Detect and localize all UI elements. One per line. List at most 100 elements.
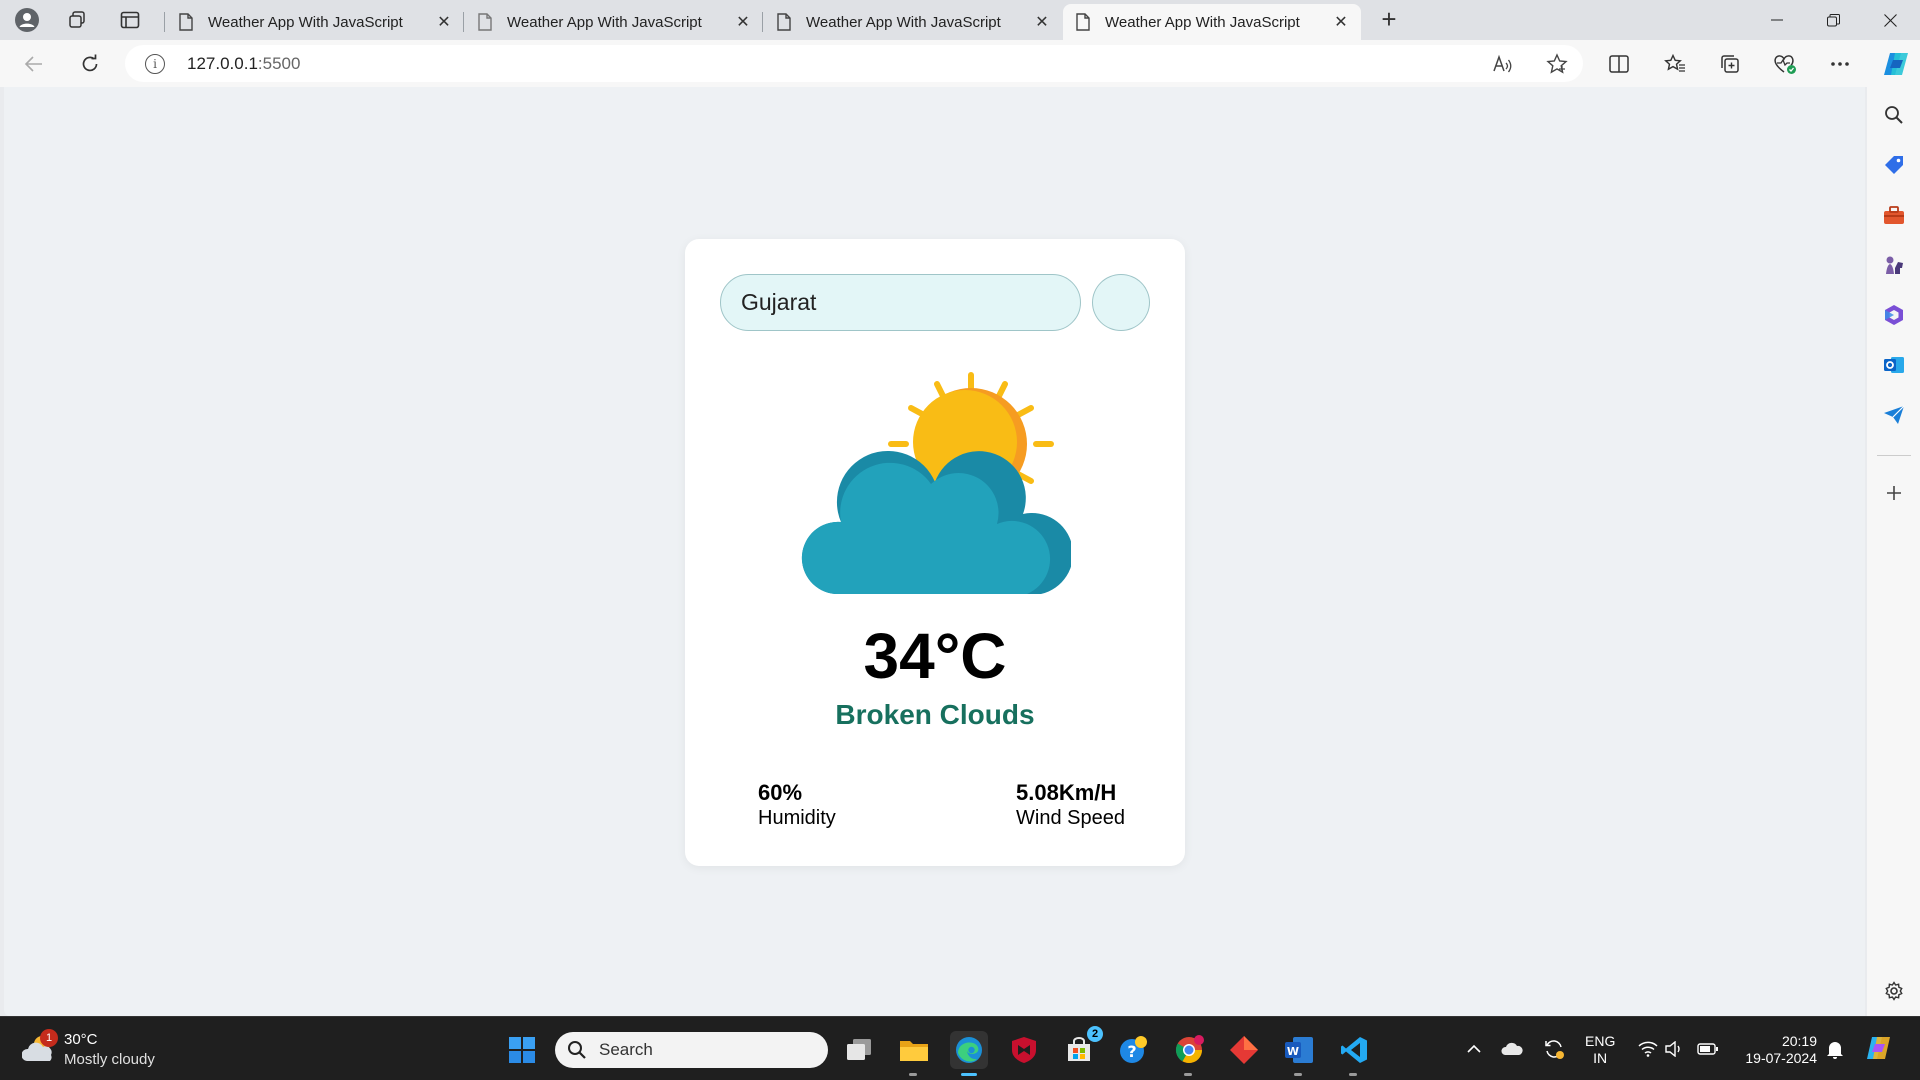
help-app-button[interactable]: ? xyxy=(1115,1031,1153,1069)
search-button[interactable] xyxy=(1092,274,1150,331)
onedrive-tray-icon[interactable] xyxy=(1500,1037,1524,1061)
wind-speed-label: Wind Speed xyxy=(1016,807,1125,829)
read-aloud-button[interactable] xyxy=(1491,52,1515,76)
help-icon: ? xyxy=(1120,1036,1147,1063)
sidebar-shopping-button[interactable] xyxy=(1881,152,1907,178)
vertical-tabs-button[interactable] xyxy=(115,6,145,34)
page-icon xyxy=(777,13,791,31)
sidebar-drop-button[interactable] xyxy=(1881,402,1907,428)
restore-button[interactable] xyxy=(1805,0,1861,40)
tab-title: Weather App With JavaScript xyxy=(806,13,1001,31)
favorite-star-button[interactable] xyxy=(1545,52,1569,76)
collections-button[interactable] xyxy=(1717,51,1743,77)
back-button[interactable] xyxy=(18,49,50,79)
browser-tab-2[interactable]: Weather App With JavaScript ✕ xyxy=(465,4,763,40)
sidebar-outlook-button[interactable] xyxy=(1881,352,1907,378)
city-search-input[interactable] xyxy=(720,274,1081,331)
browser-essentials-button[interactable] xyxy=(1772,51,1798,77)
wind-stat: 5.08Km/H Wind Speed xyxy=(1016,780,1125,830)
tab-close-button[interactable]: ✕ xyxy=(733,12,753,32)
close-window-button[interactable] xyxy=(1862,0,1918,40)
favorites-button[interactable] xyxy=(1662,51,1688,77)
volume-tray-icon[interactable] xyxy=(1662,1037,1686,1061)
mcafee-button[interactable] xyxy=(1005,1031,1043,1069)
microsoft-store-button[interactable]: 2 xyxy=(1060,1026,1103,1069)
svg-text:W: W xyxy=(1287,1045,1299,1058)
new-tab-button[interactable]: + xyxy=(1374,6,1404,34)
minimize-button[interactable] xyxy=(1749,0,1805,40)
search-icon xyxy=(568,1041,586,1059)
broken-clouds-icon xyxy=(801,372,1071,594)
tab-close-button[interactable]: ✕ xyxy=(1331,12,1351,32)
windows-logo-icon xyxy=(509,1037,535,1063)
sidebar-search-button[interactable] xyxy=(1881,102,1907,128)
outlook-icon xyxy=(1884,357,1904,373)
sync-tray-icon[interactable] xyxy=(1542,1037,1566,1061)
speaker-icon xyxy=(1665,1041,1680,1057)
copilot-taskbar-button[interactable] xyxy=(1864,1033,1894,1063)
chrome-button[interactable] xyxy=(1170,1031,1208,1076)
copilot-button[interactable] xyxy=(1880,48,1912,80)
temperature-value: 34°C xyxy=(863,620,1007,692)
browser-tab-4-active[interactable]: Weather App With JavaScript ✕ xyxy=(1063,4,1361,40)
weather-widget-temp: 30°C xyxy=(64,1031,98,1048)
refresh-icon xyxy=(82,54,98,72)
humidity-value: 60% xyxy=(758,780,803,805)
notifications-button[interactable] xyxy=(1823,1037,1847,1061)
site-info-icon[interactable]: i xyxy=(145,54,165,74)
task-view-button[interactable] xyxy=(840,1031,878,1069)
browser-tab-1[interactable]: Weather App With JavaScript ✕ xyxy=(166,4,464,40)
profile-button[interactable] xyxy=(12,6,42,34)
tab-title: Weather App With JavaScript xyxy=(507,13,702,31)
sidebar-tools-button[interactable] xyxy=(1881,202,1907,228)
weather-card: 34°C Broken Clouds 60% Humidity 5.08Km/H… xyxy=(685,239,1185,866)
red-app-button[interactable] xyxy=(1225,1031,1263,1069)
address-bar[interactable]: i 127.0.0.1:5500 xyxy=(125,45,1583,82)
region-code: IN xyxy=(1593,1050,1608,1066)
file-explorer-button[interactable] xyxy=(895,1031,933,1076)
send-icon xyxy=(1884,405,1905,424)
sidebar-microsoft365-button[interactable] xyxy=(1881,302,1907,328)
cloud-icon xyxy=(1501,1042,1523,1055)
sidebar-settings-button[interactable] xyxy=(1881,978,1907,1004)
vscode-button[interactable] xyxy=(1335,1031,1373,1076)
browser-tab-3[interactable]: Weather App With JavaScript ✕ xyxy=(764,4,1062,40)
wifi-tray-icon[interactable] xyxy=(1636,1037,1660,1061)
tab-close-button[interactable]: ✕ xyxy=(434,12,454,32)
wifi-icon xyxy=(1638,1041,1658,1057)
windows-taskbar: 1 30°C Mostly cloudy Search 2 ? W ENG IN… xyxy=(0,1016,1920,1080)
wind-speed-value: 5.08Km/H xyxy=(1016,780,1117,805)
tab-close-button[interactable]: ✕ xyxy=(1032,12,1052,32)
gear-icon xyxy=(1885,981,1903,1001)
sync-icon xyxy=(1545,1040,1564,1059)
minimize-icon xyxy=(1771,19,1783,21)
clock-date: 19-07-2024 xyxy=(1745,1050,1817,1066)
edge-taskbar-button[interactable] xyxy=(950,1031,988,1076)
favorites-icon xyxy=(1664,54,1685,72)
refresh-button[interactable] xyxy=(74,49,106,79)
split-screen-icon xyxy=(1609,55,1629,73)
url-text[interactable]: 127.0.0.1:5500 xyxy=(187,54,300,74)
workspaces-button[interactable] xyxy=(62,6,92,34)
sidebar-add-button[interactable] xyxy=(1881,480,1907,506)
weather-widget[interactable]: 1 30°C Mostly cloudy xyxy=(20,1027,190,1071)
edge-icon xyxy=(956,1037,982,1063)
split-screen-button[interactable] xyxy=(1606,51,1632,77)
tab-separator xyxy=(762,12,763,32)
start-button[interactable] xyxy=(503,1031,541,1069)
browser-title-bar: Weather App With JavaScript ✕ Weather Ap… xyxy=(0,0,1920,40)
word-button[interactable]: W xyxy=(1280,1031,1318,1076)
humidity-stat: 60% Humidity xyxy=(758,780,836,830)
input-language-indicator[interactable]: ENG IN xyxy=(1585,1033,1615,1067)
weather-widget-text: Mostly cloudy xyxy=(64,1051,155,1068)
battery-tray-icon[interactable] xyxy=(1696,1037,1720,1061)
taskbar-search-box[interactable]: Search xyxy=(555,1032,828,1068)
bell-icon xyxy=(1827,1042,1843,1059)
star-icon xyxy=(1546,53,1568,74)
show-hidden-icons-button[interactable] xyxy=(1462,1037,1486,1061)
workspaces-icon xyxy=(69,11,85,28)
collections-icon xyxy=(1721,55,1739,73)
sidebar-games-button[interactable] xyxy=(1881,252,1907,278)
more-options-button[interactable] xyxy=(1827,51,1853,77)
taskbar-clock[interactable]: 20:19 19-07-2024 xyxy=(1735,1033,1817,1067)
